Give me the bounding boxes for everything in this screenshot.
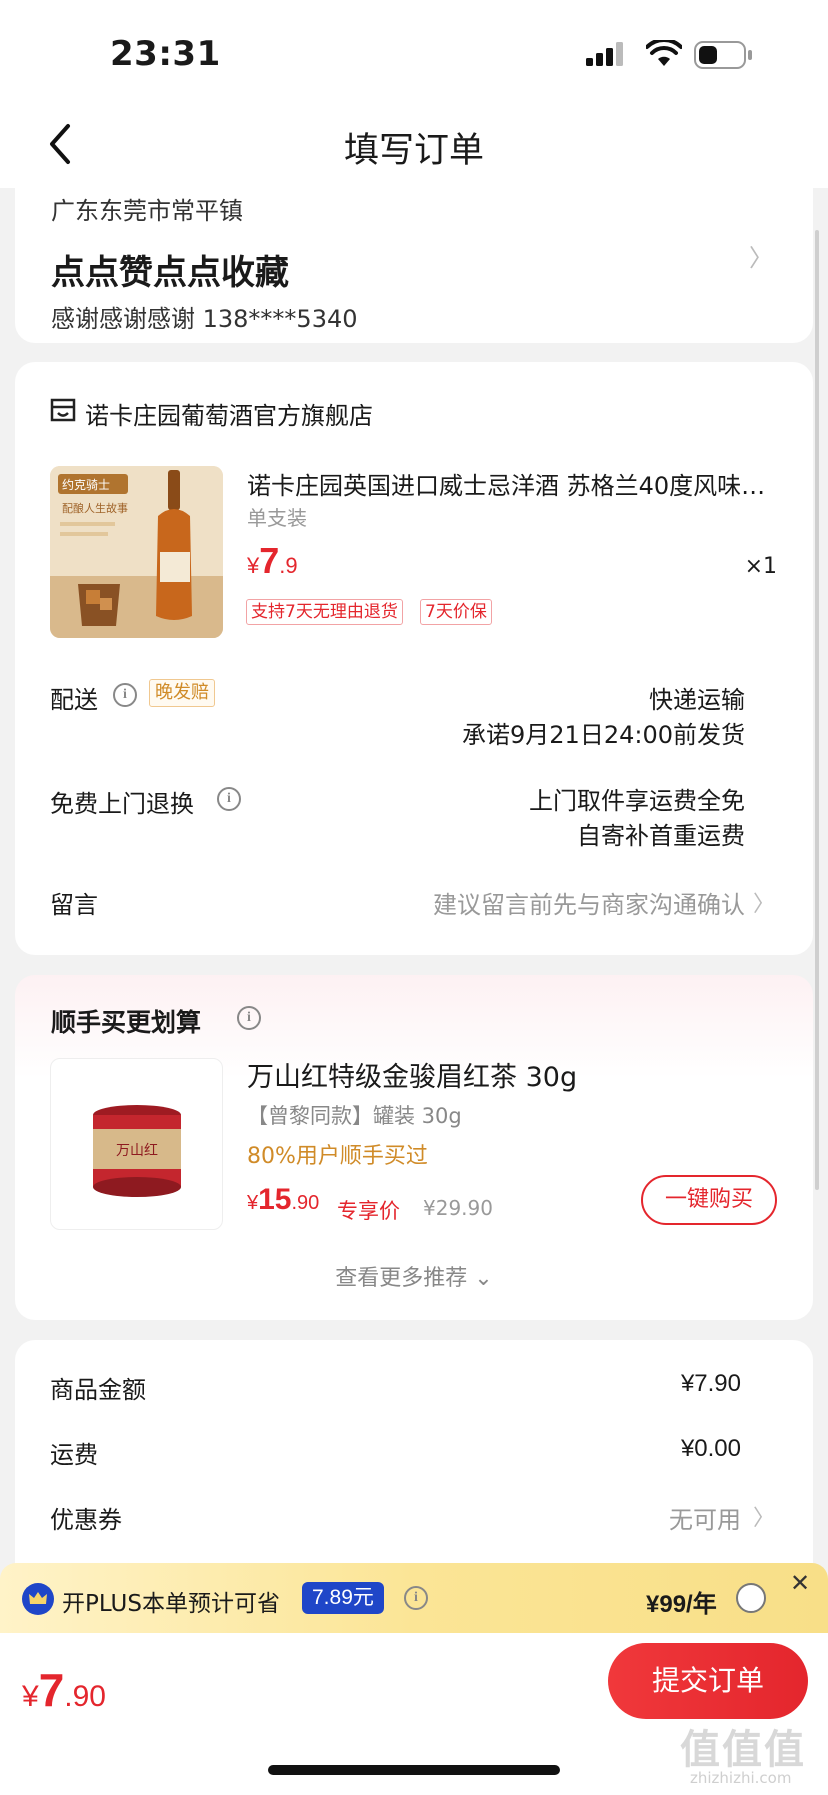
recommendation-title: 顺手买更划算 <box>51 1008 202 1037</box>
product-price-int: 7 <box>259 540 280 581</box>
address-contact: 感谢感谢感谢 138****5340 <box>51 305 358 333</box>
info-icon[interactable]: i <box>217 787 241 811</box>
plus-promo-bar[interactable]: 开PLUS本单预计可省 7.89元 i ¥99/年 ✕ <box>0 1563 828 1633</box>
shop-icon <box>50 398 76 422</box>
summary-shipping-value: ¥0.00 <box>680 1435 741 1462</box>
scrollbar[interactable] <box>815 230 819 1190</box>
total-dec: .90 <box>64 1680 106 1713</box>
summary-shipping-label: 运费 <box>50 1441 98 1469</box>
recommendation-image-text: 万山红 <box>116 1143 158 1159</box>
recommendation-spec: 【曾黎同款】罐装 30g <box>247 1104 462 1128</box>
recommendation-price-int: 15 <box>258 1183 292 1216</box>
product-price-currency: ¥ <box>247 553 260 578</box>
return-line1: 上门取件享运费全免 <box>529 787 745 815</box>
delivery-method[interactable]: 快递运输 <box>649 680 745 715</box>
watermark: 值值值 <box>680 1727 806 1773</box>
home-indicator[interactable] <box>268 1765 560 1775</box>
status-bar: 23:31 <box>0 0 828 100</box>
exclusive-price-label: 专享价 <box>337 1199 400 1223</box>
summary-goods-value: ¥7.90 <box>680 1370 741 1397</box>
chevron-right-icon[interactable]: 〉 <box>753 1500 775 1532</box>
battery-icon <box>694 41 752 69</box>
plus-promo-text: 开PLUS本单预计可省 <box>62 1591 280 1617</box>
info-icon[interactable]: i <box>404 1586 428 1610</box>
close-icon[interactable]: ✕ <box>790 1569 810 1597</box>
summary-coupon-label: 优惠券 <box>50 1506 122 1534</box>
product-image-caption: 约克骑士 <box>62 477 110 492</box>
plus-radio[interactable] <box>736 1583 766 1613</box>
product-title[interactable]: 诺卡庄园英国进口威士忌洋酒 苏格兰40度风味烈酒 <box>247 466 787 501</box>
status-time: 23:31 <box>110 34 221 74</box>
plus-price: ¥99/年 <box>646 1591 717 1618</box>
product-price-dec: .9 <box>279 553 298 578</box>
return-line2: 自寄补首重运费 <box>577 822 745 850</box>
summary-coupon-value[interactable]: 无可用 <box>669 1500 741 1535</box>
total-currency: ¥ <box>22 1680 39 1713</box>
product-image-caption-2: 配酿人生故事 <box>62 501 128 515</box>
order-total: ¥7.90 <box>22 1663 106 1717</box>
address-detail: 点点赞点点收藏 <box>51 253 289 293</box>
original-price: ¥29.90 <box>423 1196 493 1220</box>
product-quantity: ×1 <box>744 554 777 579</box>
delivery-promise: 承诺9月21日24:00前发货 <box>462 721 745 749</box>
recommendation-name[interactable]: 万山红特级金骏眉红茶 30g <box>247 1055 577 1094</box>
signal-icon <box>586 42 623 66</box>
watermark-url: zhizhizhi.com <box>690 1769 792 1787</box>
total-int: 7 <box>38 1664 65 1716</box>
free-return-label: 免费上门退换 <box>50 790 194 818</box>
shop-name[interactable]: 诺卡庄园葡萄酒官方旗舰店 <box>85 396 373 431</box>
recommendation-social-proof: 80%用户顺手买过 <box>247 1144 428 1169</box>
recommendation-price-dec: .90 <box>291 1192 320 1214</box>
shop-card: 诺卡庄园葡萄酒官方旗舰店 约克骑士 配酿人生故事 诺卡庄园英国进口威士忌洋酒 苏… <box>15 362 813 955</box>
product-spec: 单支装 <box>247 506 307 530</box>
plus-save-amount: 7.89元 <box>302 1582 384 1614</box>
address-region: 广东东莞市常平镇 <box>51 197 243 225</box>
more-recommendations-link[interactable]: 查看更多推荐 ⌄ <box>15 1260 813 1292</box>
recommendation-price-currency: ¥ <box>247 1192 259 1214</box>
product-price: ¥7.9 <box>247 540 298 582</box>
chevron-right-icon[interactable]: 〉 <box>753 886 775 918</box>
note-label: 留言 <box>50 891 98 919</box>
page-title: 填写订单 <box>343 131 484 171</box>
address-card[interactable]: 广东东莞市常平镇 点点赞点点收藏 感谢感谢感谢 138****5340 〉 <box>15 175 813 343</box>
product-image[interactable]: 约克骑士 配酿人生故事 <box>50 466 223 638</box>
recommendation-image[interactable]: 万山红 <box>50 1058 223 1230</box>
recommendation-card: 顺手买更划算 i 万山红 万山红特级金骏眉红茶 30g 【曾黎同款】罐装 30g… <box>15 975 813 1320</box>
info-icon[interactable]: i <box>237 1006 261 1030</box>
one-click-buy-button[interactable]: 一键购买 <box>641 1175 777 1225</box>
crown-icon <box>22 1583 54 1615</box>
chevron-right-icon[interactable]: 〉 <box>749 238 773 273</box>
wifi-icon <box>646 40 682 66</box>
note-input[interactable]: 建议留言前先与商家沟通确认 <box>433 885 745 920</box>
recommendation-price: ¥15.90 <box>247 1183 319 1217</box>
delivery-label: 配送 <box>50 686 98 714</box>
submit-order-button[interactable]: 提交订单 <box>608 1643 808 1719</box>
late-compensation-badge: 晚发赔 <box>149 679 215 707</box>
tag-price-protection: 7天价保 <box>420 599 492 625</box>
bottom-bar: ¥7.90 提交订单 值值值 zhizhizhi.com <box>0 1633 828 1795</box>
tag-return-policy: 支持7天无理由退货 <box>246 599 403 625</box>
summary-goods-label: 商品金额 <box>50 1376 146 1404</box>
info-icon[interactable]: i <box>113 683 137 707</box>
